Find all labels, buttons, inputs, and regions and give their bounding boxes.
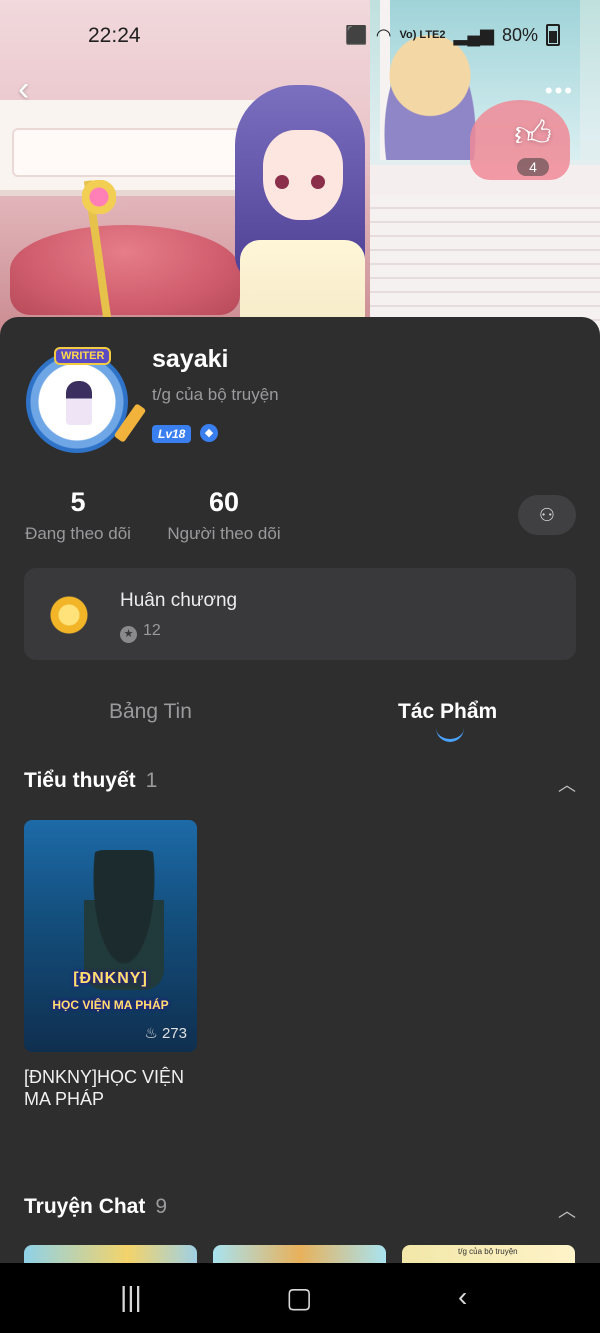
cover-subtitle: HỌC VIỆN MA PHÁP — [52, 998, 169, 1012]
stat-followers[interactable]: 60 Người theo dõi — [166, 487, 282, 544]
cover-likes-count: 273 — [161, 1025, 187, 1042]
wifi-icon: ◠ — [375, 24, 392, 45]
chevron-up-icon[interactable]: ︿ — [558, 771, 576, 797]
back-nav-icon[interactable]: ‹ — [458, 1281, 467, 1313]
section-novels-header: Tiểu thuyết 1 — [24, 769, 157, 793]
chevron-up-icon[interactable]: ︿ — [558, 1197, 576, 1223]
avatar-character — [66, 381, 92, 425]
cover-character — [84, 850, 164, 990]
network-label: Vo) LTE2 — [399, 29, 446, 41]
username: sayaki — [152, 345, 229, 373]
follow-button[interactable]: ⚇ — [518, 495, 576, 535]
like-count: 4 — [517, 158, 549, 176]
avatar-tag: WRITER — [54, 347, 112, 365]
banner-stool — [10, 225, 240, 315]
battery-icon — [546, 24, 560, 46]
section-chats-count: 9 — [155, 1195, 168, 1218]
back-icon[interactable]: ‹ — [18, 70, 48, 110]
medal-icon — [48, 596, 90, 634]
star-icon: ★ — [120, 626, 137, 643]
follow-user-icon: ⚇ — [538, 505, 556, 525]
like-button[interactable]: 👍︎ 4 — [508, 112, 558, 177]
followers-label: Người theo dõi — [167, 524, 281, 543]
following-count: 5 — [70, 487, 86, 517]
avatar[interactable]: WRITER — [26, 347, 147, 453]
profile-panel: WRITER sayaki t/g của bộ truyện Lv18 ◆ 5… — [0, 317, 600, 1267]
medal-title: Huân chương — [120, 590, 238, 611]
tab-news[interactable]: Bảng Tin — [109, 700, 192, 724]
section-novels-count: 1 — [145, 769, 158, 792]
section-novels-title: Tiểu thuyết — [24, 769, 136, 792]
level-badge: Lv18 — [152, 425, 192, 443]
chat-thumb-3-text: t/g của bộ truyện — [458, 1247, 518, 1256]
medal-card[interactable]: Huân chương ★ 12 — [24, 568, 576, 660]
verified-drop-icon: ◆ — [200, 424, 218, 442]
system-nav-bar: ||| ▢ ‹ — [0, 1263, 600, 1333]
novel-title[interactable]: [ĐNKNY]HỌC VIỆN MA PHÁP — [24, 1066, 204, 1110]
cover-likes: ♨ 273 — [144, 1024, 187, 1042]
followers-count: 60 — [208, 487, 240, 517]
stat-following[interactable]: 5 Đang theo dõi — [24, 487, 132, 544]
fire-icon: ♨ — [144, 1025, 158, 1042]
more-icon[interactable]: ••• — [545, 78, 574, 104]
signal-icon: ▂▄▆ — [453, 24, 494, 45]
home-icon[interactable]: ▢ — [286, 1281, 312, 1314]
lock-icon: ⬛ — [345, 24, 368, 45]
novel-cover[interactable]: [ĐNKNY] HỌC VIỆN MA PHÁP ♨ 273 — [24, 820, 197, 1052]
status-bar: 22:24 ⬛ ◠ Vo) LTE2 ▂▄▆ 80% — [0, 0, 600, 70]
status-icons: ⬛ ◠ Vo) LTE2 ▂▄▆ 80% — [345, 24, 560, 46]
user-bio: t/g của bộ truyện — [152, 385, 279, 404]
recent-apps-icon[interactable]: ||| — [120, 1281, 142, 1313]
following-label: Đang theo dõi — [25, 524, 131, 543]
banner-drawer — [12, 128, 246, 177]
medal-count: 12 — [143, 622, 161, 639]
banner-wand-top — [82, 180, 116, 214]
thumbs-up-icon: 👍︎ — [514, 113, 552, 154]
battery-percent: 80% — [501, 24, 538, 45]
cover-title: [ĐNKNY] — [73, 970, 148, 987]
section-chats-header: Truyện Chat 9 — [24, 1195, 167, 1219]
status-time: 22:24 — [88, 24, 141, 47]
tab-indicator — [436, 725, 464, 742]
section-chats-title: Truyện Chat — [24, 1195, 146, 1218]
banner-character — [215, 80, 385, 340]
pen-icon — [113, 403, 147, 443]
tab-works[interactable]: Tác Phẩm — [398, 700, 497, 724]
medal-count-row: ★ 12 — [120, 622, 161, 643]
